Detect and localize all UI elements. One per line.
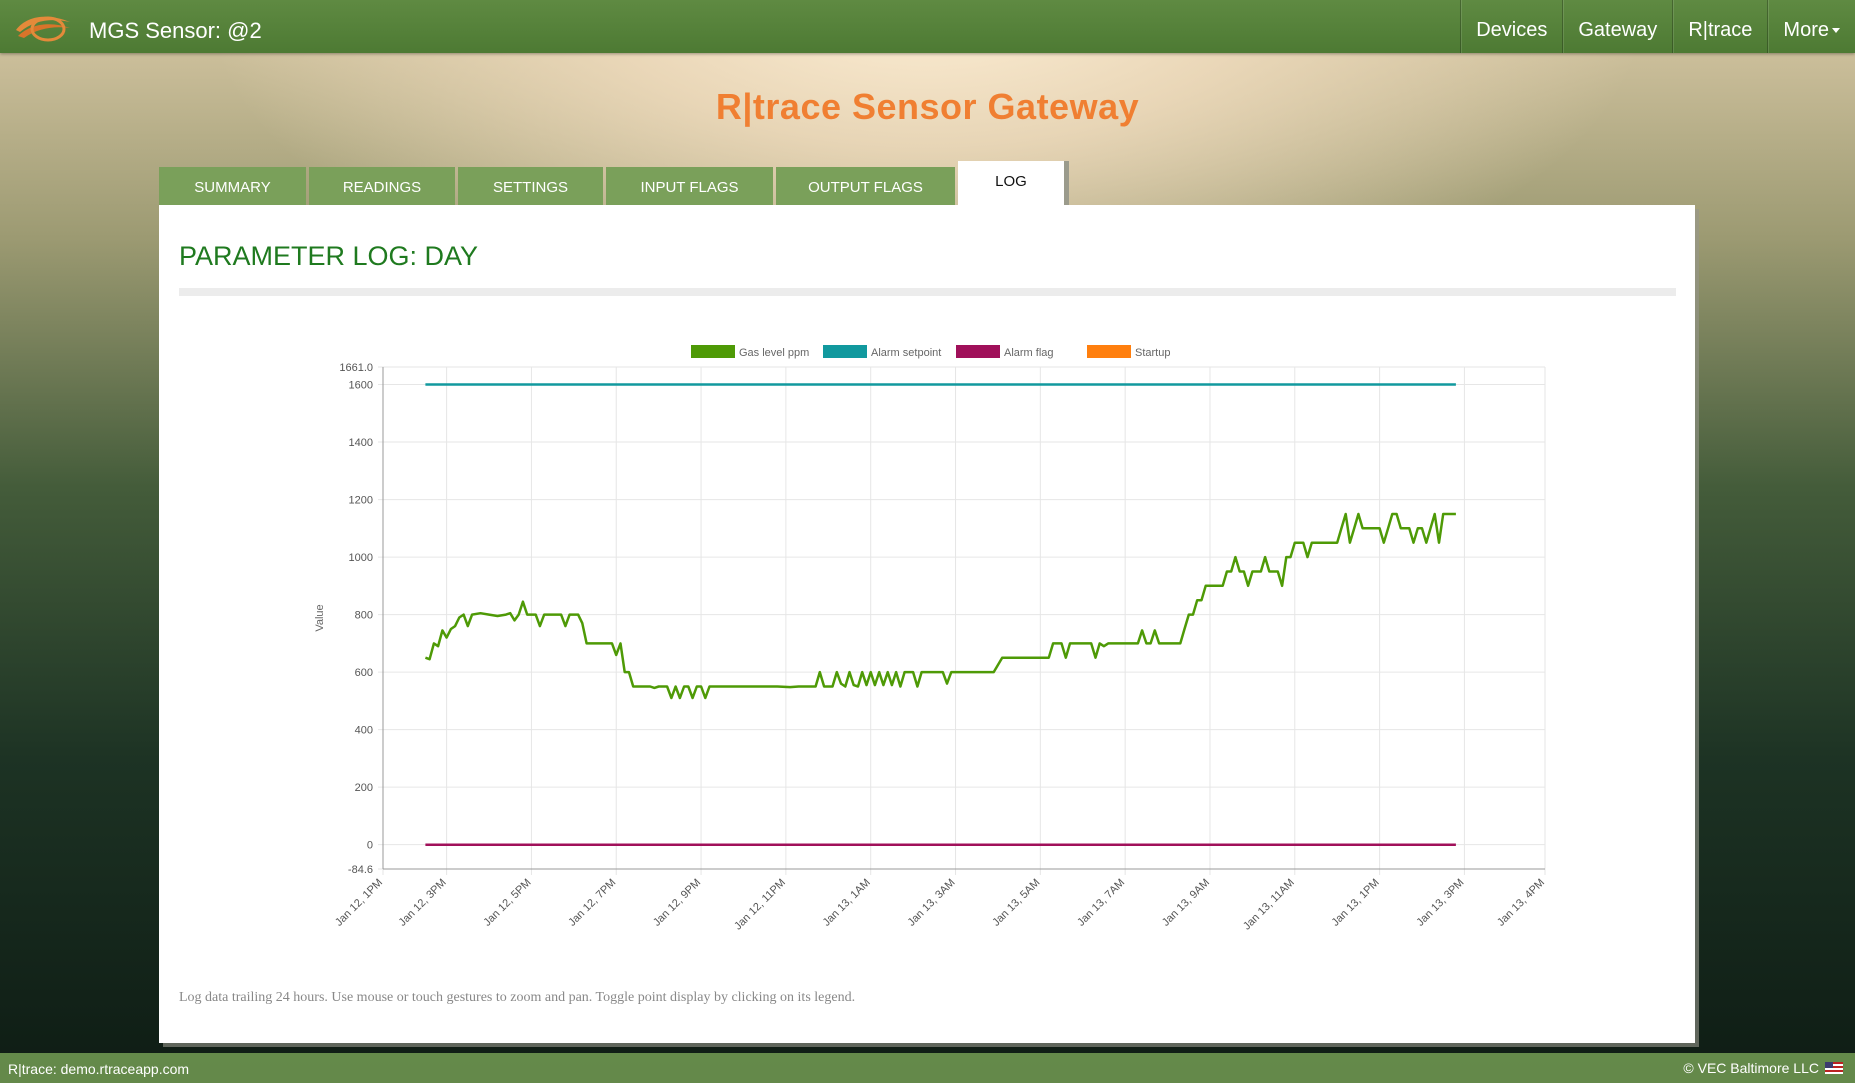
y-tick-label: 1200 [349, 495, 373, 507]
chart-footnote: Log data trailing 24 hours. Use mouse or… [179, 990, 856, 1005]
panel-title: PARAMETER LOG: DAY [179, 241, 479, 271]
footer-copyright: © VEC Baltimore LLC [1683, 1060, 1819, 1076]
nav-devices[interactable]: Devices [1460, 0, 1562, 53]
footer: R|trace: demo.rtraceapp.com © VEC Baltim… [0, 1053, 1855, 1083]
x-tick-label: Jan 12, 1PM [333, 877, 385, 929]
y-tick-label: 0 [367, 840, 373, 852]
log-panel: PARAMETER LOG: DAY 1661.0 1600 1400 1200 100… [159, 205, 1695, 1043]
x-tick-label: Jan 13, 4PM [1495, 877, 1547, 929]
tab-settings[interactable]: SETTINGS [458, 167, 603, 205]
nav-gateway[interactable]: Gateway [1562, 0, 1672, 53]
x-tick-label: Jan 13, 5AM [990, 877, 1042, 929]
legend-label: Gas level ppm [739, 347, 809, 359]
series-line-gas-level-ppm [424, 512, 1456, 700]
legend-item[interactable]: Gas level ppm [691, 345, 809, 359]
x-tick-label: Jan 12, 7PM [566, 877, 618, 929]
legend-label: Startup [1135, 347, 1170, 359]
tab-readings[interactable]: READINGS [309, 167, 455, 205]
tab-log[interactable]: LOG [958, 161, 1069, 205]
legend-item[interactable]: Alarm setpoint [823, 345, 941, 359]
y-tick-label: 1600 [349, 380, 373, 392]
x-tick-label: Jan 13, 11AM [1241, 877, 1297, 933]
divider [179, 288, 1676, 296]
caret-down-icon [1832, 28, 1840, 34]
legend-label: Alarm setpoint [871, 347, 941, 359]
legend-item[interactable]: Startup [1087, 345, 1170, 359]
tab-summary[interactable]: SUMMARY [159, 167, 306, 205]
legend-swatch [691, 345, 735, 358]
x-tick-label: Jan 13, 1PM [1330, 877, 1382, 929]
footer-host: R|trace: demo.rtraceapp.com [8, 1061, 190, 1077]
top-navbar: MGS Sensor: @2 Devices Gateway R|trace M… [0, 0, 1855, 53]
x-tick-label: Jan 12, 11PM [732, 877, 788, 933]
page-heading: R|trace Sensor Gateway [715, 86, 1140, 127]
y-tick-label: 1661.0 [339, 362, 373, 374]
y-tick-label: 800 [355, 610, 373, 622]
y-tick-label: 400 [355, 725, 373, 737]
y-tick-label: -84.6 [348, 864, 373, 876]
us-flag-icon[interactable] [1825, 1062, 1843, 1074]
y-axis-label: Value [314, 604, 326, 631]
x-tick-label: Jan 13, 1AM [821, 877, 873, 929]
y-tick-label: 1000 [349, 552, 373, 564]
y-tick-label: 200 [355, 782, 373, 794]
y-tick-label: 1400 [349, 437, 373, 449]
nav-more-label: More [1783, 19, 1829, 41]
x-tick-label: Jan 13, 7AM [1075, 877, 1127, 929]
x-tick-label: Jan 13, 9AM [1160, 877, 1212, 929]
legend-item[interactable]: Alarm flag [956, 345, 1054, 359]
rtrace-logo-icon[interactable] [14, 12, 72, 42]
nav-rtrace[interactable]: R|trace [1672, 0, 1767, 53]
y-tick-label: 600 [355, 667, 373, 679]
parameter-log-chart[interactable]: 1661.0 1600 1400 1200 1000 800 600 400 200 0 -84.6… [159, 325, 1695, 985]
x-tick-label: Jan 12, 9PM [651, 877, 703, 929]
legend-label: Alarm flag [1004, 347, 1054, 359]
footer-right: © VEC Baltimore LLC [1683, 1060, 1843, 1076]
tab-input-flags[interactable]: INPUT FLAGS [606, 167, 773, 205]
x-tick-label: Jan 13, 3PM [1414, 877, 1466, 929]
nav-more-dropdown[interactable]: More [1767, 0, 1855, 53]
legend-swatch [1087, 345, 1131, 358]
app-title[interactable]: MGS Sensor: @2 [89, 18, 262, 44]
x-tick-label: Jan 13, 3AM [905, 877, 957, 929]
tab-bar: SUMMARY READINGS SETTINGS INPUT FLAGS OU… [159, 161, 1072, 205]
x-tick-label: Jan 12, 5PM [481, 877, 533, 929]
x-tick-label: Jan 12, 3PM [397, 877, 449, 929]
legend-swatch [956, 345, 1000, 358]
nav-menu: Devices Gateway R|trace More [1460, 0, 1855, 53]
legend-swatch [823, 345, 867, 358]
tab-output-flags[interactable]: OUTPUT FLAGS [776, 167, 955, 205]
